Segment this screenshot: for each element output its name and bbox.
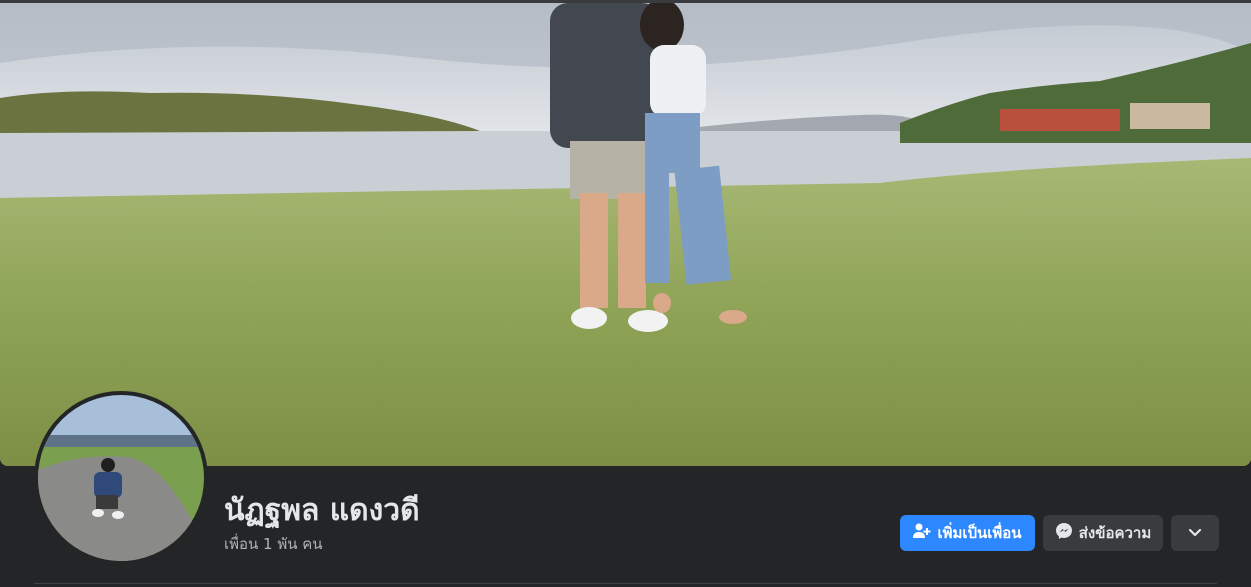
add-friend-icon — [913, 523, 931, 543]
messenger-icon — [1055, 522, 1073, 544]
cover-photo[interactable] — [0, 3, 1251, 466]
section-divider — [34, 583, 1217, 584]
chevron-down-icon — [1188, 524, 1202, 542]
message-button[interactable]: ส่งข้อความ — [1043, 515, 1163, 551]
profile-name: นัฏฐพล แดงวดี — [224, 493, 420, 528]
message-label: ส่งข้อความ — [1078, 524, 1152, 542]
add-friend-button[interactable]: เพิ่มเป็นเพื่อน — [900, 515, 1035, 551]
profile-avatar[interactable] — [34, 391, 208, 565]
more-options-button[interactable] — [1171, 515, 1219, 551]
add-friend-label: เพิ่มเป็นเพื่อน — [937, 524, 1022, 542]
friends-count[interactable]: เพื่อน 1 พัน คน — [224, 532, 323, 556]
